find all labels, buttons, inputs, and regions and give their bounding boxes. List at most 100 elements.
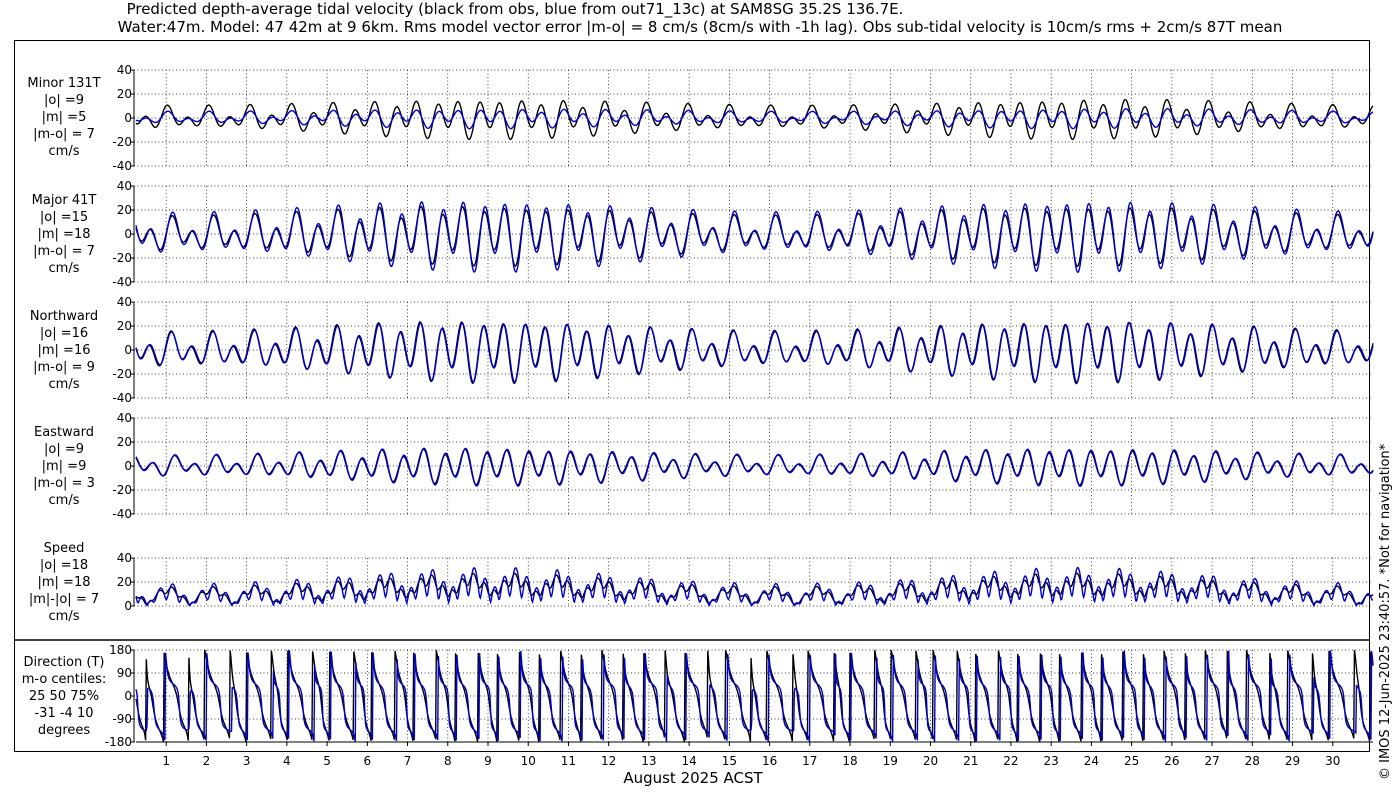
panel-label-line: Major 41T <box>31 193 97 208</box>
x-tick-label: 1 <box>162 754 170 768</box>
copyright-notice: © IMOS 12-Jun-2025 23:40:57. *Not for na… <box>1378 443 1393 780</box>
panel-label-line: 25 50 75% <box>28 689 100 704</box>
x-tick-label: 6 <box>363 754 371 768</box>
y-tick-label: -20 <box>112 483 132 497</box>
panel-east: 40 20 0 -20 -40 <box>112 411 1374 521</box>
x-tick-label: 22 <box>1003 754 1018 768</box>
panel-label-line: |m| =18 <box>37 227 91 242</box>
panel-label-line: |m-o| = 7 <box>33 244 95 259</box>
x-tick-label: 20 <box>923 754 938 768</box>
y-tick-label: -40 <box>112 391 132 405</box>
x-tick-label: 3 <box>243 754 251 768</box>
y-tick-label: 40 <box>117 63 132 77</box>
x-tick-label: 17 <box>802 754 817 768</box>
x-tick-label: 2 <box>203 754 211 768</box>
panel-label-line: cm/s <box>48 144 80 159</box>
x-tick-label: 14 <box>681 754 696 768</box>
y-tick-label: -90 <box>112 712 132 726</box>
y-tick-label: 40 <box>117 551 132 565</box>
y-tick-label: 0 <box>124 111 132 125</box>
panel-minor: 40 20 0 -20 -40 <box>112 63 1374 173</box>
panel-label-line: |m|-|o| = 7 <box>28 592 100 607</box>
x-tick-label: 23 <box>1044 754 1059 768</box>
panel-label-line: cm/s <box>48 377 80 392</box>
x-tick-label: 26 <box>1164 754 1179 768</box>
panel-label-line: |m-o| = 7 <box>33 127 95 142</box>
y-tick-label: 20 <box>117 319 132 333</box>
y-tick-label: -40 <box>112 275 132 289</box>
x-tick-label: 11 <box>561 754 576 768</box>
panel-label-line: |m| =18 <box>37 575 91 590</box>
panel-label-line: Minor 131T <box>27 76 101 91</box>
panel-label-north: Northward |o| =16 |m| =16 |m-o| = 9 cm/s <box>14 308 114 393</box>
panel-label-minor: Minor 131T |o| =9 |m| =5 |m-o| = 7 cm/s <box>14 75 114 160</box>
y-tick-label: 90 <box>117 666 132 680</box>
panel-speed: 40 20 0 <box>117 551 1374 613</box>
panel-label-east: Eastward |o| =9 |m| =9 |m-o| = 3 cm/s <box>14 424 114 509</box>
panel-label-line: |o| =9 <box>43 93 84 108</box>
y-tick-label: -40 <box>112 159 132 173</box>
x-axis-title: August 2025 ACST <box>623 769 763 787</box>
panel-label-line: Speed <box>43 541 85 556</box>
x-tick-label: 5 <box>323 754 331 768</box>
x-tick-label: 30 <box>1325 754 1340 768</box>
series-line-obs <box>135 205 1374 268</box>
panel-label-line: cm/s <box>48 609 80 624</box>
y-tick-label: -20 <box>112 251 132 265</box>
panel-label-line: |o| =16 <box>39 326 89 341</box>
panel-label-major: Major 41T |o| =15 |m| =18 |m-o| = 7 cm/s <box>14 192 114 277</box>
panel-label-line: m-o centiles: <box>21 672 107 687</box>
y-tick-label: -20 <box>112 135 132 149</box>
panel-label-direction: Direction (T) m-o centiles: 25 50 75% -31 -… <box>14 654 114 739</box>
panel-label-line: Direction (T) <box>23 655 105 670</box>
x-tick-label: 4 <box>283 754 291 768</box>
panel-label-line: Northward <box>29 309 99 324</box>
panel-major: 40 20 0 -20 -40 <box>112 179 1374 289</box>
x-axis: 1 2 3 4 5 6 7 8 9 10 11 12 13 14 15 16 17 18 19 20 21 22 23 24 2… <box>136 741 1373 768</box>
panel-label-line: cm/s <box>48 493 80 508</box>
x-tick-label: 21 <box>963 754 978 768</box>
series-line-model <box>135 566 1374 608</box>
panel-label-line: cm/s <box>48 261 80 276</box>
x-tick-label: 24 <box>1084 754 1099 768</box>
panel-label-line: |m| =9 <box>41 459 87 474</box>
y-tick-label: 40 <box>117 295 132 309</box>
panel-label-line: |m| =5 <box>41 110 87 125</box>
x-tick-label: 7 <box>404 754 412 768</box>
y-tick-label: 20 <box>117 87 132 101</box>
series-line-model <box>135 201 1374 273</box>
panel-label-line: degrees <box>37 723 91 738</box>
x-tick-label: 16 <box>762 754 777 768</box>
panel-label-line: Eastward <box>33 425 95 440</box>
y-tick-label: 20 <box>117 575 132 589</box>
y-tick-label: 0 <box>124 459 132 473</box>
panel-label-speed: Speed |o| =18 |m| =18 |m|-|o| = 7 cm/s <box>14 540 114 625</box>
y-tick-label: -40 <box>112 507 132 521</box>
x-tick-label: 8 <box>444 754 452 768</box>
panel-direction: 180900-90-180 <box>105 643 1374 749</box>
panel-label-line: |m-o| = 9 <box>33 360 95 375</box>
x-tick-label: 19 <box>883 754 898 768</box>
x-tick-label: 29 <box>1285 754 1300 768</box>
y-tick-label: 40 <box>117 179 132 193</box>
y-tick-label: -20 <box>112 367 132 381</box>
y-tick-label: 0 <box>124 689 132 703</box>
x-tick-label: 18 <box>842 754 857 768</box>
y-tick-label: 20 <box>117 435 132 449</box>
x-tick-label: 10 <box>521 754 536 768</box>
y-tick-label: 0 <box>124 599 132 613</box>
panel-label-line: |m| =16 <box>37 343 91 358</box>
panel-label-line: |m-o| = 3 <box>33 476 95 491</box>
x-tick-label: 25 <box>1124 754 1139 768</box>
panel-label-line: |o| =18 <box>39 558 89 573</box>
y-tick-label: 0 <box>124 227 132 241</box>
x-tick-label: 15 <box>722 754 737 768</box>
panel-label-line: -31 -4 10 <box>34 706 94 721</box>
panel-north: 40 20 0 -20 -40 <box>112 295 1374 405</box>
panel-label-line: |o| =9 <box>43 442 84 457</box>
chart-plot-area: 40200-20-4040200-20-4040200-20-4040200-2… <box>14 63 1374 768</box>
panel-label-line: |o| =15 <box>39 210 89 225</box>
series-line-obs <box>135 448 1374 486</box>
x-tick-label: 13 <box>641 754 656 768</box>
x-tick-label: 27 <box>1204 754 1219 768</box>
